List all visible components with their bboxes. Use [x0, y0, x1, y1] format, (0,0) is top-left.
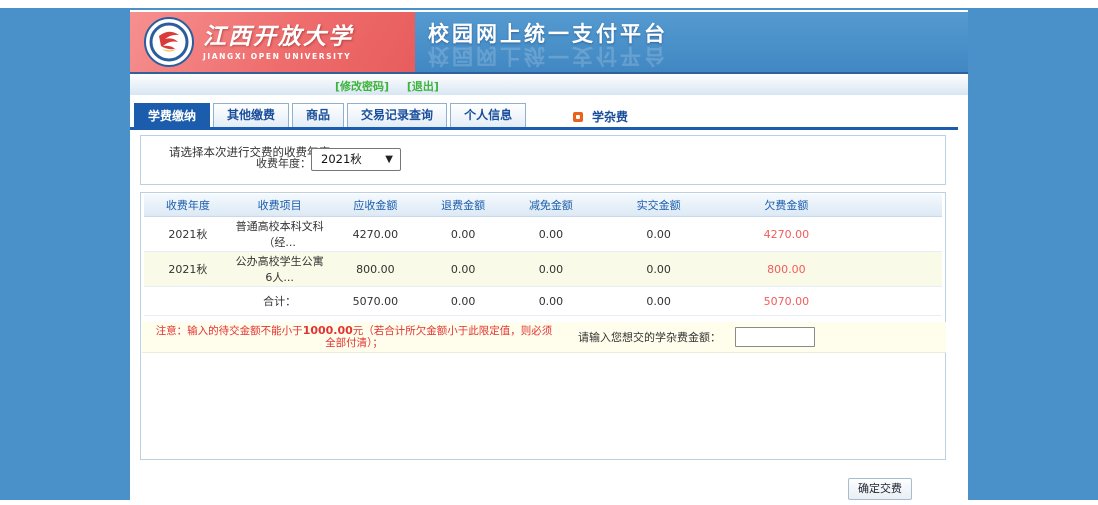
cell-spacer — [854, 252, 942, 287]
column-header-refund: 退费金额 — [423, 194, 503, 217]
table-header-row: 收费年度 收费项目 应收金额 退费金额 减免金额 实交金额 欠费金额 — [144, 194, 942, 217]
cell-reduction: 0.00 — [503, 217, 599, 252]
tab-transaction-history[interactable]: 交易记录查询 — [347, 103, 447, 127]
column-header-year: 收费年度 — [144, 194, 232, 217]
fee-category: 学杂费 — [573, 108, 628, 125]
chevron-down-icon: ▼ — [385, 149, 393, 170]
fee-category-icon — [573, 112, 583, 122]
cell-due: 4270.00 — [328, 217, 424, 252]
university-name: 江西开放大学 JIANGXI OPEN UNIVERSITY — [203, 24, 353, 61]
cell-paid: 0.00 — [599, 252, 719, 287]
tabbar-underline — [130, 127, 958, 130]
column-header-due: 应收金额 — [328, 194, 424, 217]
cell-item: 公办高校学生公寓6人... — [232, 252, 328, 287]
tab-personal-info[interactable]: 个人信息 — [450, 103, 526, 127]
cell-refund: 0.00 — [423, 252, 503, 287]
cell-item: 普通高校本科文科（经... — [232, 217, 328, 252]
account-links-strip: [修改密码] [退出] — [130, 74, 968, 95]
cell-empty — [144, 287, 232, 316]
cell-year: 2021秋 — [144, 217, 232, 252]
confirm-payment-button[interactable]: 确定交费 — [848, 478, 912, 500]
content-page: 江西开放大学 JIANGXI OPEN UNIVERSITY 校园网上统一支付平… — [130, 10, 968, 505]
column-header-spacer — [854, 194, 942, 217]
header-banner: 江西开放大学 JIANGXI OPEN UNIVERSITY 校园网上统一支付平… — [130, 12, 968, 72]
cell-paid: 0.00 — [599, 217, 719, 252]
column-header-paid: 实交金额 — [599, 194, 719, 217]
cell-reduction: 0.00 — [503, 287, 599, 316]
payment-note-row: 注意：输入的待交金额不能小于1000.00元（若合计所欠金额小于此限定值，则必须… — [142, 322, 946, 353]
tab-products[interactable]: 商品 — [292, 103, 344, 127]
university-logo-icon — [144, 17, 194, 67]
change-password-link[interactable]: [修改密码] — [335, 80, 389, 93]
table-total-row: 合计： 5070.00 0.00 0.00 0.00 5070.00 — [144, 287, 942, 316]
title-block: 校园网上统一支付平台 校园网上统一支付平台 — [415, 12, 968, 72]
logout-link[interactable]: [退出] — [407, 80, 439, 93]
platform-title-reflection: 校园网上统一支付平台 — [428, 44, 968, 68]
fee-year-label: 收费年度： — [256, 155, 311, 171]
fee-year-select[interactable]: 2021秋 ▼ — [311, 148, 401, 171]
cell-total-label: 合计： — [232, 287, 328, 316]
cell-due: 5070.00 — [328, 287, 424, 316]
cell-refund: 0.00 — [423, 217, 503, 252]
table-row: 2021秋 普通高校本科文科（经... 4270.00 0.00 0.00 0.… — [144, 217, 942, 252]
column-header-item: 收费项目 — [232, 194, 328, 217]
cell-year: 2021秋 — [144, 252, 232, 287]
fee-year-panel: 请选择本次进行交费的收费年度。 收费年度： 2021秋 ▼ — [140, 135, 946, 185]
fee-category-label: 学杂费 — [592, 108, 628, 125]
cell-refund: 0.00 — [423, 287, 503, 316]
cell-owed: 5070.00 — [719, 287, 855, 316]
logo-block: 江西开放大学 JIANGXI OPEN UNIVERSITY — [130, 12, 415, 72]
fee-table-panel: 收费年度 收费项目 应收金额 退费金额 减免金额 实交金额 欠费金额 2021秋… — [140, 192, 946, 460]
tab-tuition-payment[interactable]: 学费缴纳 — [134, 103, 210, 127]
cell-reduction: 0.00 — [503, 252, 599, 287]
fee-year-selected-value: 2021秋 — [321, 152, 362, 166]
column-header-reduction: 减免金额 — [503, 194, 599, 217]
platform-title: 校园网上统一支付平台 — [428, 22, 968, 46]
column-header-owed: 欠费金额 — [719, 194, 855, 217]
amount-input-label: 请输入您想交的学杂费金额： — [578, 329, 721, 345]
minimum-amount-notice: 注意：输入的待交金额不能小于1000.00元（若合计所欠金额小于此限定值，则必须… — [154, 325, 554, 349]
university-name-cn: 江西开放大学 — [203, 24, 353, 50]
cell-paid: 0.00 — [599, 287, 719, 316]
fee-table: 收费年度 收费项目 应收金额 退费金额 减免金额 实交金额 欠费金额 2021秋… — [144, 194, 942, 316]
amount-input[interactable] — [735, 327, 815, 347]
cell-due: 800.00 — [328, 252, 424, 287]
cell-spacer — [854, 287, 942, 316]
notice-suffix: 元（若合计所欠金额小于此限定值，则必须全部付清）； — [325, 325, 552, 349]
cell-owed: 800.00 — [719, 252, 855, 287]
university-name-en: JIANGXI OPEN UNIVERSITY — [203, 52, 353, 61]
notice-amount: 1000.00 — [303, 324, 353, 337]
notice-prefix: 注意：输入的待交金额不能小于 — [156, 325, 303, 337]
cell-owed: 4270.00 — [719, 217, 855, 252]
main-tabbar: 学费缴纳 其他缴费 商品 交易记录查询 个人信息 — [134, 103, 529, 127]
tab-other-fees[interactable]: 其他缴费 — [213, 103, 289, 127]
table-row: 2021秋 公办高校学生公寓6人... 800.00 0.00 0.00 0.0… — [144, 252, 942, 287]
cell-spacer — [854, 217, 942, 252]
